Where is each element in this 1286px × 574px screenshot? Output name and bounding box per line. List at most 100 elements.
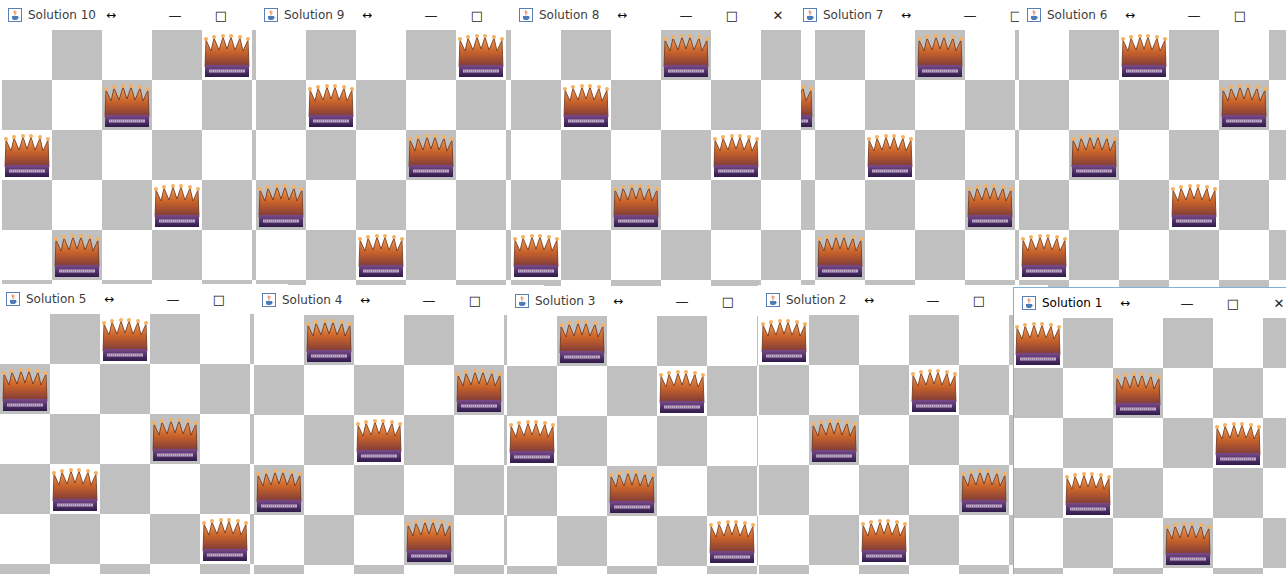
window-controls: —□✕ <box>1164 288 1286 318</box>
board-square <box>561 80 611 130</box>
board-square <box>611 80 661 130</box>
board-square <box>406 130 456 180</box>
board-square <box>909 515 959 565</box>
board-square <box>759 365 809 415</box>
board-square <box>150 564 200 574</box>
maximize-button[interactable]: □ <box>1217 0 1263 30</box>
board-square <box>456 230 506 280</box>
title-bar[interactable]: Solution 9↔—□ <box>256 0 546 30</box>
minimize-button[interactable]: — <box>910 285 956 315</box>
minimize-button[interactable]: — <box>406 285 452 315</box>
app-window[interactable]: Solution 6↔—□ <box>1019 0 1286 290</box>
minimize-button[interactable]: — <box>663 0 709 30</box>
board-square <box>661 180 711 230</box>
board-square <box>611 230 661 280</box>
minimize-button[interactable]: — <box>152 0 198 30</box>
maximize-button[interactable]: □ <box>705 286 751 316</box>
board-square <box>815 180 865 230</box>
maximize-button[interactable]: □ <box>956 285 1002 315</box>
board-square <box>202 130 252 180</box>
board-square <box>102 230 152 280</box>
title-bar[interactable]: Solution 10↔—□ <box>0 0 290 30</box>
board-square <box>1219 130 1269 180</box>
board-square <box>1269 80 1286 130</box>
maximize-button[interactable]: □ <box>1210 288 1256 318</box>
title-bar[interactable]: Solution 8↔—□✕ <box>511 0 801 30</box>
close-button[interactable]: ✕ <box>1256 288 1286 318</box>
board-square <box>1119 230 1169 280</box>
board-square <box>607 466 657 516</box>
maximize-button[interactable]: □ <box>198 0 244 30</box>
title-bar[interactable]: Solution 2↔—□ <box>758 285 1048 315</box>
chess-board <box>0 314 288 574</box>
board-square <box>711 80 761 130</box>
minimize-button[interactable]: — <box>1171 0 1217 30</box>
board-square <box>865 80 915 130</box>
board-square <box>1013 568 1063 574</box>
app-window[interactable]: Solution 5↔—□ <box>0 284 288 574</box>
minimize-button[interactable]: — <box>150 284 196 314</box>
board-square <box>1163 518 1213 568</box>
queen-icon <box>1020 231 1068 279</box>
window-title: Solution 7 <box>823 8 901 22</box>
maximize-button[interactable]: □ <box>196 284 242 314</box>
board-square <box>1013 468 1063 518</box>
minimize-button[interactable]: — <box>947 0 993 30</box>
board-square <box>707 516 757 566</box>
title-bar[interactable]: Solution 5↔—□ <box>0 284 288 314</box>
board-square <box>1213 568 1263 574</box>
app-window[interactable]: Solution 2↔—□ <box>758 285 1048 574</box>
app-window[interactable]: Solution 1↔—□✕ <box>1013 287 1286 574</box>
queen-icon <box>101 315 149 363</box>
app-window[interactable]: Solution 3↔—□ <box>507 286 797 574</box>
queen-icon <box>508 417 556 465</box>
board-square <box>404 465 454 515</box>
board-square <box>1263 518 1286 568</box>
board-square <box>1213 318 1263 368</box>
app-window[interactable]: Solution 8↔—□✕ <box>511 0 801 290</box>
board-square <box>150 464 200 514</box>
queen-icon <box>457 31 505 79</box>
title-bar[interactable]: Solution 3↔—□ <box>507 286 797 316</box>
board-square <box>152 80 202 130</box>
queen-icon <box>305 316 353 364</box>
app-window[interactable]: Solution 9↔—□ <box>256 0 546 290</box>
board-square <box>2 30 52 80</box>
board-square <box>707 366 757 416</box>
board-square <box>1069 130 1119 180</box>
title-bar[interactable]: Solution 4↔—□ <box>254 285 544 315</box>
board-square <box>661 230 711 280</box>
minimize-button[interactable]: — <box>1164 288 1210 318</box>
java-icon <box>1022 296 1036 310</box>
window-title: Solution 5 <box>26 292 104 306</box>
queen-icon <box>405 516 453 564</box>
board-square <box>611 30 661 80</box>
board-square <box>865 30 915 80</box>
app-window[interactable]: Solution 10↔—□ <box>0 0 290 290</box>
board-square <box>657 416 707 466</box>
maximize-button[interactable]: □ <box>454 0 500 30</box>
java-icon <box>8 8 22 22</box>
close-button[interactable]: ✕ <box>755 0 801 30</box>
board-square <box>356 80 406 130</box>
board-square <box>959 515 1009 565</box>
board-square <box>202 80 252 130</box>
chess-board <box>256 30 546 290</box>
board-square <box>865 180 915 230</box>
app-window[interactable]: Solution 4↔—□ <box>254 285 544 574</box>
minimize-button[interactable]: — <box>408 0 454 30</box>
board-square <box>761 230 801 280</box>
board-square <box>354 315 404 365</box>
maximize-button[interactable]: □ <box>452 285 498 315</box>
title-bar[interactable]: Solution 6↔—□ <box>1019 0 1286 30</box>
title-bar[interactable]: Solution 1↔—□✕ <box>1014 288 1286 318</box>
queen-icon <box>53 231 101 279</box>
board-square <box>2 80 52 130</box>
maximize-button[interactable]: □ <box>709 0 755 30</box>
board-square <box>707 416 757 466</box>
minimize-button[interactable]: — <box>659 286 705 316</box>
board-square <box>306 30 356 80</box>
queen-icon <box>612 181 660 229</box>
board-square <box>561 180 611 230</box>
board-square <box>454 565 504 574</box>
